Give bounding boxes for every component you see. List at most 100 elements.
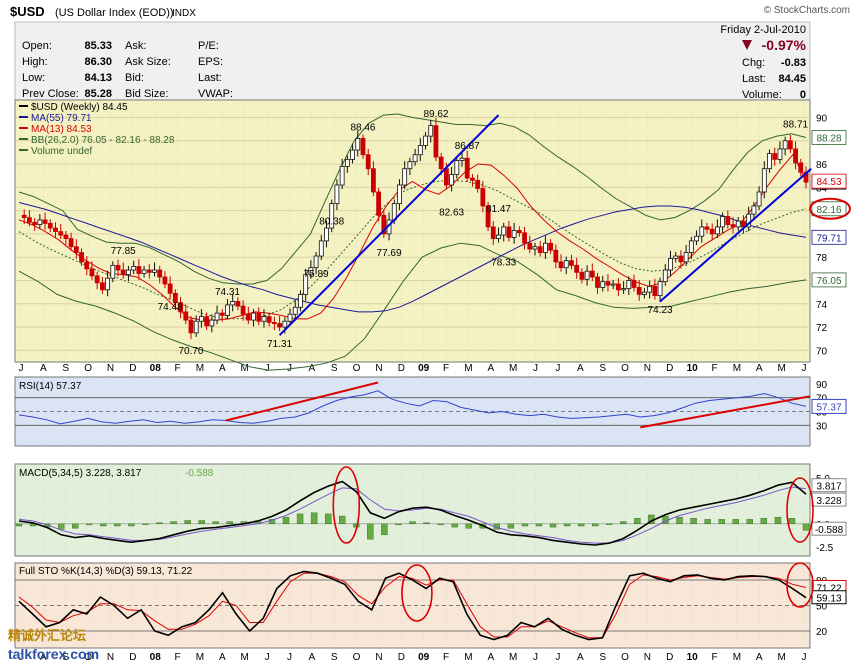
candle-body [626, 280, 632, 290]
candle-body [167, 283, 173, 294]
candle-body [772, 153, 778, 160]
macd-histogram-bar [57, 523, 65, 530]
candle-body [438, 156, 444, 170]
price-legend-entry: $USD (Weekly) 84.45 [31, 102, 128, 113]
candle-body [678, 255, 684, 263]
price-annotation: 81.47 [486, 204, 511, 215]
candle-body [714, 226, 720, 235]
x-tick-label: M [733, 652, 741, 663]
rsi-y-tick: 90 [816, 380, 828, 391]
macd-histogram-bar [676, 516, 683, 525]
candle-body [58, 231, 64, 236]
x-tick-label: J [19, 363, 24, 374]
price-y-tick: 74 [816, 300, 828, 311]
candle-body [553, 249, 559, 263]
candle-body [615, 283, 621, 291]
x-tick-label: M [733, 363, 741, 374]
x-tick-label: 10 [687, 652, 699, 663]
macd-histogram-bar [788, 518, 796, 525]
quote-value: 85.33 [84, 40, 112, 52]
x-tick-label: O [621, 363, 629, 374]
x-tick-label: J [555, 363, 560, 374]
rsi-right-label: 57.37 [816, 402, 841, 413]
candle-body [131, 266, 137, 271]
candle-body [271, 322, 277, 324]
quote-label: Chg: [742, 57, 765, 69]
watermark: © StockCharts.com [764, 5, 850, 16]
candle-body [230, 301, 236, 306]
macd-histogram-bar [409, 521, 416, 524]
price-annotation: 70.70 [178, 346, 203, 357]
macd-histogram-bar [367, 523, 374, 540]
candle-body [324, 227, 329, 242]
candle-body [84, 261, 90, 270]
candle-body [574, 264, 580, 273]
price-y-tick: 86 [816, 160, 828, 171]
quote-label: High: [22, 56, 48, 68]
candle-body [266, 316, 272, 323]
candle-body [777, 148, 783, 160]
candle-body [68, 238, 74, 248]
candle-body [782, 140, 788, 150]
macd-histogram-bar [437, 523, 444, 526]
exchange-label: INDX [172, 8, 196, 19]
macd-histogram-bar [296, 513, 304, 525]
macd-histogram-bar [620, 521, 627, 524]
quote-label: P/E: [198, 40, 219, 52]
x-tick-label: D [398, 363, 405, 374]
price-annotation: 89.62 [423, 109, 448, 120]
x-tick-label: A [577, 363, 584, 374]
price-right-label: 88.28 [816, 133, 841, 144]
rsi-legend: RSI(14) 57.37 [19, 381, 82, 392]
candle-body [261, 316, 267, 322]
macd-histogram-bar [324, 513, 332, 525]
x-tick-label: A [40, 363, 47, 374]
quote-label: Volume: [742, 89, 782, 101]
x-tick-label: N [644, 363, 651, 374]
candle-body [105, 277, 111, 291]
candle-body [621, 288, 626, 291]
candle-body [793, 148, 798, 164]
quote-label: Bid: [125, 72, 144, 84]
price-annotation: 74.23 [648, 305, 673, 316]
x-tick-label: S [599, 652, 606, 663]
candle-body [501, 226, 507, 236]
macd-histogram-bar [802, 523, 810, 531]
macd-histogram-bar [310, 512, 318, 525]
x-tick-label: F [443, 652, 449, 663]
macd-histogram-bar [634, 518, 641, 525]
macd-histogram-bar [521, 523, 529, 527]
candle-body [313, 255, 319, 269]
candle-body [673, 255, 679, 259]
pct-change: -0.97% [762, 37, 807, 53]
x-tick-label: J [533, 652, 538, 663]
quote-label: Bid Size: [125, 88, 168, 100]
candle-body [475, 179, 481, 189]
price-annotation: 88.71 [783, 119, 808, 130]
candle-body [99, 282, 105, 291]
x-tick-label: D [129, 363, 136, 374]
candle-body [209, 319, 215, 327]
quote-label: Prev Close: [22, 88, 79, 100]
candle-body [490, 226, 496, 239]
x-tick-label: A [308, 652, 315, 663]
x-tick-label: 09 [418, 363, 430, 374]
macd-histogram-bar [423, 522, 430, 524]
quote-label: EPS: [198, 56, 223, 68]
x-tick-label: A [308, 363, 315, 374]
candle-body [397, 184, 402, 205]
price-right-label: 84.53 [816, 177, 841, 188]
candle-body [751, 205, 757, 215]
macd-histogram-bar [142, 523, 149, 525]
candle-body [694, 235, 699, 242]
x-tick-label: A [219, 652, 226, 663]
candle-body [563, 260, 569, 269]
candle-body [63, 234, 69, 239]
candle-body [344, 158, 350, 167]
x-tick-label: S [331, 652, 338, 663]
candle-body [251, 312, 256, 321]
x-tick-label: D [129, 652, 136, 663]
macd-histogram-bar [704, 519, 711, 524]
quote-label: Last: [198, 72, 222, 84]
candle-body [589, 270, 595, 278]
